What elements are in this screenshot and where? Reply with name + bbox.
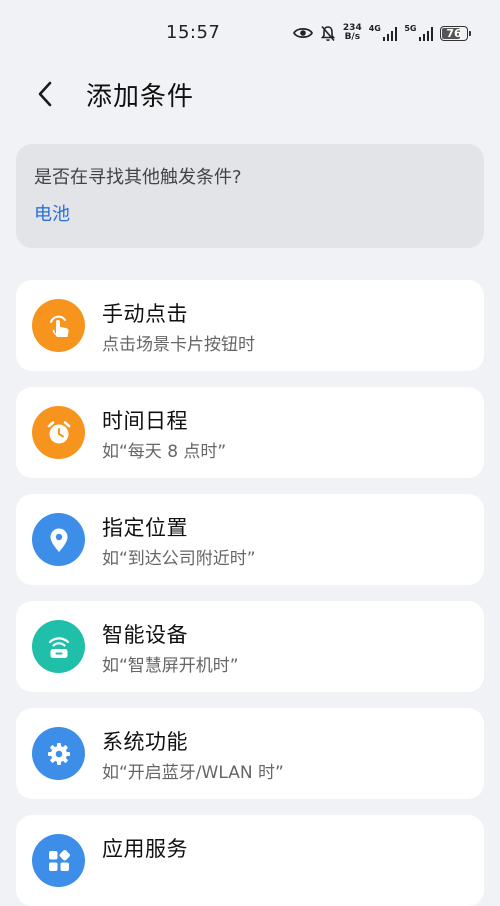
condition-location[interactable]: 指定位置 如“到达公司附近时” — [16, 494, 484, 585]
chevron-left-icon — [38, 81, 52, 107]
suggestion-link-battery[interactable]: 电池 — [34, 200, 70, 226]
signal-4g-icon: 4G — [369, 25, 398, 41]
condition-title: 应用服务 — [102, 837, 188, 861]
condition-time-schedule[interactable]: 时间日程 如“每天 8 点时” — [16, 387, 484, 478]
location-pin-icon — [32, 513, 85, 566]
mute-bell-icon — [320, 25, 336, 42]
status-bar: 15:57 234 B/s 4G 5G 76 — [0, 0, 500, 66]
sim1-label: 4G — [368, 24, 381, 33]
signal-5g-icon: 5G — [404, 25, 433, 41]
net-speed-unit: B/s — [344, 32, 361, 42]
status-icons: 234 B/s 4G 5G 76 — [292, 22, 471, 44]
tap-hand-icon — [32, 299, 85, 352]
condition-subtitle: 如“每天 8 点时” — [102, 442, 227, 462]
battery-level: 76 — [446, 26, 462, 40]
battery-icon: 76 — [440, 25, 471, 41]
back-button[interactable] — [28, 76, 64, 112]
alarm-clock-icon — [32, 406, 85, 459]
condition-subtitle: 如“开启蓝牙/WLAN 时” — [102, 763, 284, 783]
suggestion-question: 是否在寻找其他触发条件? — [34, 167, 242, 188]
condition-title: 手动点击 — [102, 302, 188, 326]
condition-subtitle: 点击场景卡片按钮时 — [102, 335, 255, 355]
page-title: 添加条件 — [86, 82, 195, 112]
eye-icon — [292, 26, 313, 40]
condition-manual-tap[interactable]: 手动点击 点击场景卡片按钮时 — [16, 280, 484, 371]
condition-title: 智能设备 — [102, 623, 188, 647]
header: 添加条件 — [0, 66, 500, 120]
status-time: 15:57 — [166, 22, 221, 43]
condition-subtitle: 如“到达公司附近时” — [102, 549, 256, 569]
smart-device-icon — [32, 620, 85, 673]
condition-system-function[interactable]: 系统功能 如“开启蓝牙/WLAN 时” — [16, 708, 484, 799]
net-speed: 234 B/s — [343, 24, 362, 42]
sim2-label: 5G — [404, 24, 417, 33]
condition-title: 时间日程 — [102, 409, 188, 433]
condition-subtitle: 如“智慧屏开机时” — [102, 656, 239, 676]
condition-title: 指定位置 — [102, 516, 188, 540]
condition-title: 系统功能 — [102, 730, 188, 754]
condition-app-service[interactable]: 应用服务 — [16, 815, 484, 906]
app-grid-icon — [32, 834, 85, 887]
suggestion-card: 是否在寻找其他触发条件? 电池 — [16, 144, 484, 248]
condition-smart-device[interactable]: 智能设备 如“智慧屏开机时” — [16, 601, 484, 692]
gear-icon — [32, 727, 85, 780]
